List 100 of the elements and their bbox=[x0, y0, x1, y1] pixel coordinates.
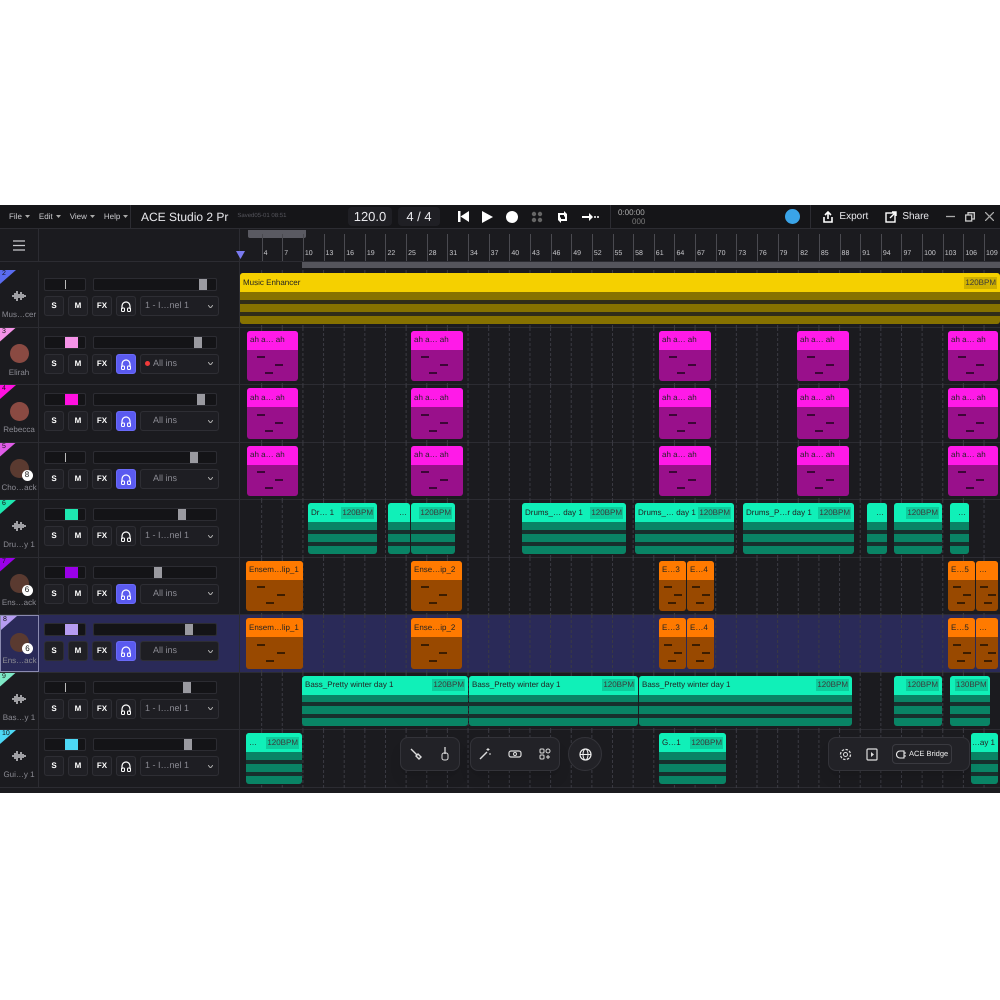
monitor-button[interactable] bbox=[116, 641, 136, 661]
time-signature-field[interactable]: 4 / 4 bbox=[398, 207, 440, 226]
midi-clip[interactable]: Ensem…lip_1 bbox=[246, 560, 303, 611]
midi-clip[interactable]: ah a… ah bbox=[247, 330, 298, 381]
slider-thumb[interactable] bbox=[178, 509, 186, 520]
midi-clip[interactable]: ah a… ah bbox=[659, 330, 711, 381]
midi-clip[interactable]: Ense…ip_2 bbox=[411, 560, 462, 611]
solo-button[interactable]: S bbox=[44, 468, 64, 488]
pan-control[interactable] bbox=[44, 738, 86, 751]
pan-control[interactable] bbox=[44, 336, 86, 348]
fx-button[interactable]: FX bbox=[92, 354, 112, 374]
midi-clip[interactable]: ah a… ah bbox=[948, 388, 998, 438]
solo-button[interactable]: S bbox=[44, 296, 64, 316]
fx-button[interactable]: FX bbox=[92, 641, 112, 661]
audio-clip[interactable]: Bass_Pretty winter day 1 120BPM bbox=[639, 676, 852, 726]
slider-thumb[interactable] bbox=[198, 279, 207, 290]
playhead-marker[interactable] bbox=[236, 251, 245, 259]
export-button[interactable]: Export bbox=[822, 209, 868, 224]
fx-button[interactable]: FX bbox=[92, 296, 112, 316]
fx-button[interactable]: FX bbox=[92, 756, 112, 776]
midi-clip[interactable]: E…5 bbox=[948, 618, 975, 668]
audio-clip[interactable]: Dr… 1 120BPM bbox=[308, 503, 377, 554]
brush-icon[interactable] bbox=[410, 748, 422, 760]
input-dropdown[interactable]: All ins bbox=[140, 354, 219, 374]
input-dropdown[interactable]: 1 - I…nel 1 bbox=[140, 698, 219, 718]
midi-clip[interactable]: ah a… ah bbox=[411, 446, 463, 496]
play-icon[interactable] bbox=[482, 210, 493, 222]
mute-button[interactable]: M bbox=[68, 296, 88, 316]
slider-thumb[interactable] bbox=[190, 452, 198, 462]
slider-thumb[interactable] bbox=[196, 394, 205, 405]
midi-clip[interactable]: ah a… ah bbox=[411, 330, 463, 381]
restore-icon[interactable] bbox=[965, 212, 975, 222]
midi-clip[interactable]: ah a… ah bbox=[797, 330, 849, 381]
midi-clip[interactable]: … bbox=[976, 560, 998, 611]
mute-button[interactable]: M bbox=[68, 756, 88, 776]
mute-button[interactable]: M bbox=[68, 354, 88, 374]
solo-button[interactable]: S bbox=[44, 641, 64, 661]
solo-button[interactable]: S bbox=[44, 584, 64, 604]
monitor-button[interactable] bbox=[116, 468, 136, 488]
midi-clip[interactable]: ah a… ah bbox=[247, 446, 298, 496]
mute-button[interactable]: M bbox=[68, 468, 88, 488]
loop-icon[interactable] bbox=[556, 210, 569, 222]
audio-clip[interactable]: Drums_… day 1 120BPM bbox=[522, 503, 626, 554]
close-icon[interactable] bbox=[985, 212, 994, 221]
volume-slider[interactable] bbox=[93, 566, 217, 578]
menu-item[interactable]: Edit bbox=[38, 210, 61, 222]
midi-clip[interactable]: E…4 bbox=[687, 618, 714, 668]
solo-button[interactable]: S bbox=[44, 698, 64, 718]
midi-clip[interactable]: Ense…ip_2 bbox=[411, 618, 462, 668]
input-dropdown[interactable]: All ins bbox=[140, 584, 219, 604]
midi-clip[interactable]: E…4 bbox=[687, 560, 714, 611]
input-dropdown[interactable]: 1 - I…nel 1 bbox=[140, 526, 219, 546]
fx-button[interactable]: FX bbox=[92, 698, 112, 718]
arrow-right-icon[interactable] bbox=[582, 212, 600, 222]
solo-button[interactable]: S bbox=[44, 354, 64, 374]
volume-slider[interactable] bbox=[93, 278, 217, 291]
input-dropdown[interactable]: All ins bbox=[140, 411, 219, 431]
audio-clip[interactable]: 120BPM bbox=[894, 503, 942, 554]
volume-slider[interactable] bbox=[93, 450, 217, 464]
solo-button[interactable]: S bbox=[44, 411, 64, 431]
slider-thumb[interactable] bbox=[185, 624, 194, 635]
midi-clip[interactable]: E…3 bbox=[659, 560, 686, 611]
magic-wand-icon[interactable] bbox=[479, 748, 492, 760]
audio-clip[interactable]: … 120BPM bbox=[246, 733, 302, 784]
volume-slider[interactable] bbox=[93, 738, 217, 751]
input-dropdown[interactable]: All ins bbox=[140, 468, 219, 488]
monitor-button[interactable] bbox=[116, 756, 136, 776]
midi-clip[interactable]: E…5 bbox=[948, 560, 975, 611]
tempo-field[interactable]: 120.0 bbox=[348, 207, 392, 226]
audio-clip[interactable]: Drums_P…r day 1 120BPM bbox=[743, 503, 854, 554]
settings-icon[interactable] bbox=[839, 748, 852, 760]
midi-clip[interactable]: ah a… ah bbox=[948, 330, 998, 381]
menu-item[interactable]: File bbox=[9, 210, 30, 222]
user-avatar[interactable] bbox=[785, 209, 800, 224]
pan-control[interactable] bbox=[44, 393, 86, 406]
slider-thumb[interactable] bbox=[182, 682, 191, 692]
fx-button[interactable]: FX bbox=[92, 411, 112, 431]
input-dropdown[interactable]: 1 - I…nel 1 bbox=[140, 756, 219, 776]
volume-slider[interactable] bbox=[93, 508, 217, 521]
midi-clip[interactable]: ah a… ah bbox=[797, 446, 849, 496]
pan-control[interactable] bbox=[44, 508, 86, 521]
mute-button[interactable]: M bbox=[68, 584, 88, 604]
slider-thumb[interactable] bbox=[154, 566, 162, 578]
menu-item[interactable]: Help bbox=[104, 210, 128, 222]
audio-clip[interactable]: … bbox=[867, 503, 887, 554]
share-button[interactable]: Share bbox=[885, 209, 929, 224]
input-dropdown[interactable]: 1 - I…nel 1 bbox=[140, 296, 219, 316]
audio-clip[interactable]: Bass_Pretty winter day 1 120BPM bbox=[302, 676, 468, 726]
midi-clip[interactable]: ah a… ah bbox=[659, 446, 711, 496]
audio-clip[interactable]: 120BPM bbox=[411, 503, 455, 554]
monitor-button[interactable] bbox=[116, 354, 136, 374]
slider-thumb[interactable] bbox=[184, 739, 192, 750]
volume-slider[interactable] bbox=[93, 623, 217, 636]
monitor-button[interactable] bbox=[116, 584, 136, 604]
volume-slider[interactable] bbox=[93, 393, 217, 406]
midi-clip[interactable]: ah a… ah bbox=[247, 388, 298, 438]
midi-clip[interactable]: ah a… ah bbox=[797, 388, 849, 438]
fx-button[interactable]: FX bbox=[92, 584, 112, 604]
monitor-button[interactable] bbox=[116, 411, 136, 431]
mute-button[interactable]: M bbox=[68, 526, 88, 546]
